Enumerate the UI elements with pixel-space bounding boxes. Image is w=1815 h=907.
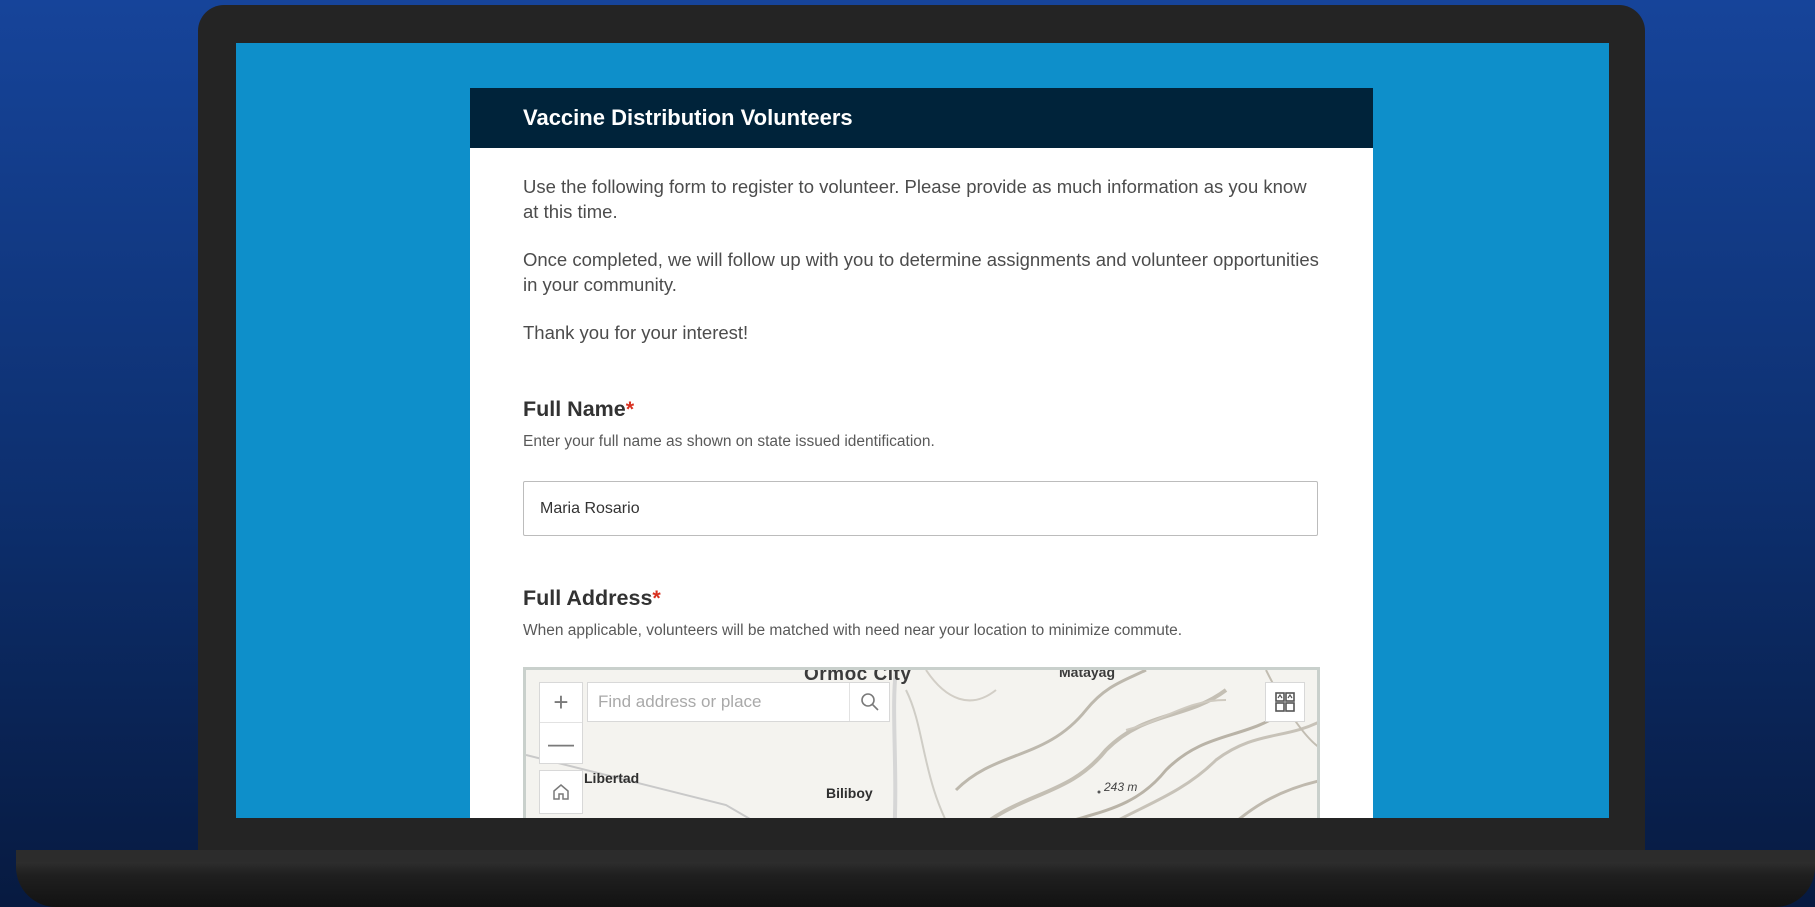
full-name-label-text: Full Name <box>523 397 626 421</box>
required-marker: * <box>625 397 635 421</box>
intro-paragraph: Use the following form to register to vo… <box>523 176 1307 222</box>
search-icon <box>860 693 879 711</box>
map-label-elevation: 243 m <box>1104 780 1138 794</box>
full-address-label: Full Address* <box>523 586 1320 611</box>
required-marker: * <box>652 586 661 610</box>
laptop-screen: Vaccine Distribution Volunteers Use the … <box>236 43 1609 818</box>
zoom-in-button[interactable]: + <box>540 683 582 723</box>
full-address-hint: When applicable, volunteers will be matc… <box>523 622 1183 639</box>
form-header: Vaccine Distribution Volunteers <box>470 88 1373 148</box>
full-name-label: Full Name* <box>523 397 1320 422</box>
survey-form: Vaccine Distribution Volunteers Use the … <box>470 88 1373 818</box>
full-address-label-text: Full Address <box>523 586 653 610</box>
zoom-control: + — <box>539 682 583 764</box>
full-name-input[interactable]: Maria Rosario <box>523 481 1318 536</box>
address-map[interactable]: + — Find address or place Ormoc City Mat… <box>523 667 1320 818</box>
basemap-gallery-icon <box>1275 692 1295 712</box>
form-description: Use the following form to register to vo… <box>523 174 1320 345</box>
full-name-hint: Enter your full name as shown on state i… <box>523 433 935 450</box>
map-label-ormoc-city: Ormoc City <box>804 667 912 685</box>
map-search-button[interactable] <box>849 683 889 721</box>
map-search <box>587 682 890 722</box>
map-search-input[interactable] <box>588 683 849 721</box>
form-body: Use the following form to register to vo… <box>470 148 1373 818</box>
laptop-base <box>16 850 1815 907</box>
intro-paragraph: Thank you for your interest! <box>523 322 749 343</box>
map-label-matayag: Matayag <box>1059 667 1116 680</box>
map-label-biliboy: Biliboy <box>826 785 873 801</box>
form-title: Vaccine Distribution Volunteers <box>523 105 853 130</box>
basemap-toggle-button[interactable] <box>1265 682 1305 722</box>
full-name-value: Maria Rosario <box>540 499 640 517</box>
laptop-hinge <box>16 850 1815 862</box>
map-label-libertad: Libertad <box>584 770 640 786</box>
intro-paragraph: Once completed, we will follow up with y… <box>523 249 1319 295</box>
zoom-out-button[interactable]: — <box>540 723 582 763</box>
home-icon <box>553 784 569 800</box>
home-button[interactable] <box>539 770 583 814</box>
